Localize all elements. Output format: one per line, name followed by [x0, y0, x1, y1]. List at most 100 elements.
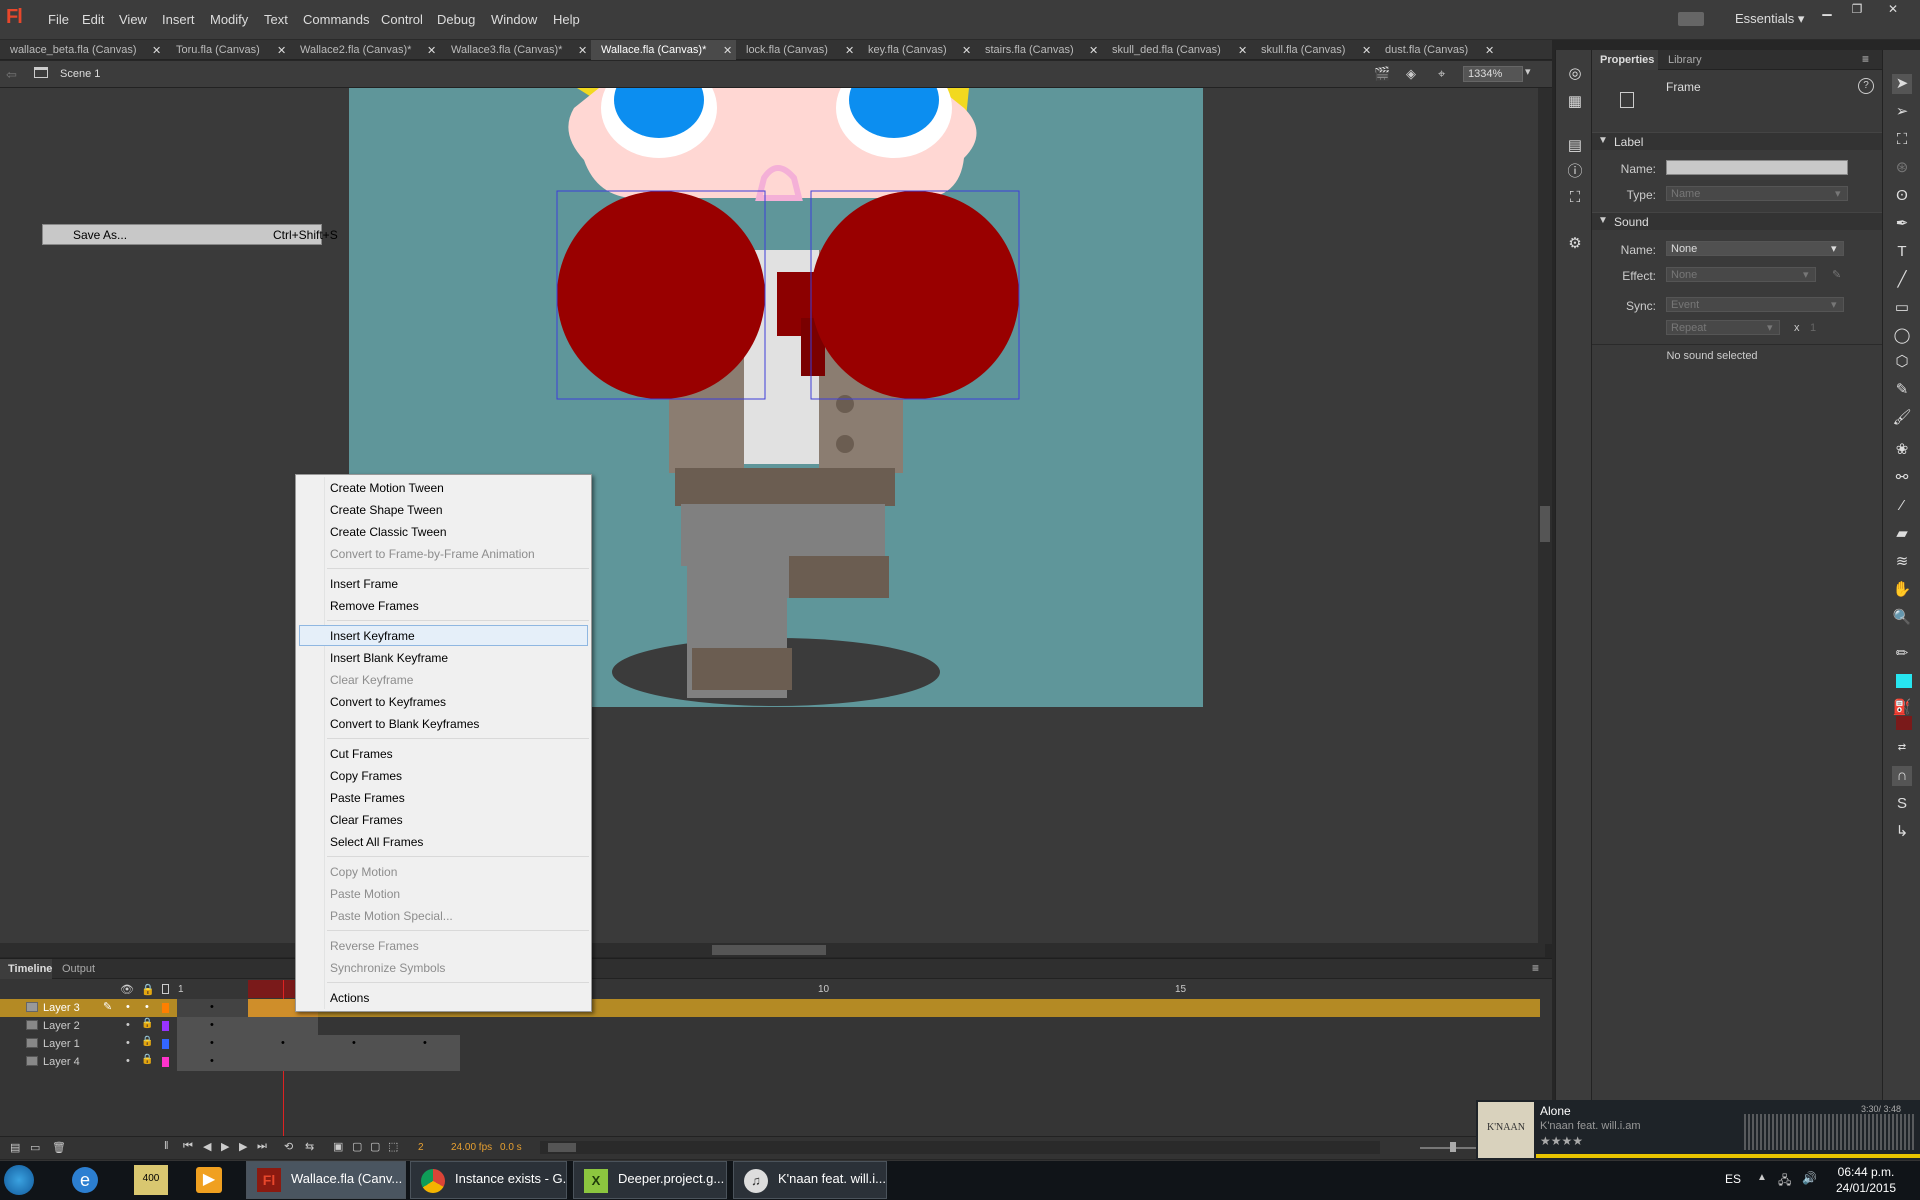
eyedropper-tool-icon[interactable]: ⁄ [1892, 496, 1912, 516]
eraser-tool-icon[interactable]: ▰ [1892, 524, 1912, 544]
tab-close-icon[interactable]: ✕ [1485, 44, 1494, 57]
minimize-icon[interactable]: ▁ [1816, 2, 1838, 16]
tab-wallace-beta[interactable]: wallace_beta.fla (Canvas) [0, 40, 165, 60]
sound-section-header[interactable]: ▼ Sound [1592, 212, 1882, 230]
slider-handle[interactable] [1450, 1142, 1456, 1152]
menu-cut-frames[interactable]: Cut Frames [330, 747, 393, 761]
taskbar-button-flash[interactable]: Fl Wallace.fla (Canv... [246, 1161, 406, 1199]
edit-multiple-icon[interactable]: ⬚ [388, 1140, 398, 1153]
lock-icon[interactable]: 🔒 [141, 1018, 153, 1029]
menu-paste-frames[interactable]: Paste Frames [330, 791, 405, 805]
show-hidden-icons[interactable]: ▲ [1757, 1172, 1767, 1183]
pen-tool-icon[interactable]: ✒ [1892, 214, 1912, 234]
zoom-input[interactable]: 1334% [1463, 66, 1523, 82]
menu-create-motion-tween[interactable]: Create Motion Tween [330, 481, 444, 495]
line-tool-icon[interactable]: ╱ [1892, 270, 1912, 290]
menu-window[interactable]: Window [491, 12, 537, 27]
scrollbar-thumb[interactable] [1540, 506, 1550, 542]
menu-commands[interactable]: Commands [303, 12, 369, 27]
layer-name[interactable]: Layer 3 [43, 1002, 80, 1014]
tab-library[interactable]: Library [1668, 54, 1702, 66]
stroke-color-swatch[interactable] [1896, 674, 1912, 688]
menu-copy-frames[interactable]: Copy Frames [330, 769, 402, 783]
tab-close-icon[interactable]: ✕ [152, 44, 161, 57]
menu-view[interactable]: View [119, 12, 147, 27]
current-frame[interactable]: 2 [418, 1142, 424, 1153]
menu-file[interactable]: File [48, 12, 69, 27]
lock-icon[interactable]: 🔒 [141, 1054, 153, 1065]
components-icon[interactable]: ⚙ [1565, 234, 1585, 254]
menu-remove-frames[interactable]: Remove Frames [330, 599, 419, 613]
progress-bar[interactable] [1536, 1154, 1920, 1158]
tab-close-icon[interactable]: ✕ [1238, 44, 1247, 57]
menu-actions[interactable]: Actions [330, 991, 369, 1005]
taskbar-button-music[interactable]: ♫ K'naan feat. will.i.... [733, 1161, 887, 1199]
start-button[interactable] [4, 1165, 34, 1195]
red-circle-left[interactable] [557, 191, 765, 399]
media-player-icon[interactable]: ▶ [196, 1167, 222, 1193]
layer-row-layer3[interactable]: Layer 3 ✎ • • • [0, 999, 1540, 1017]
visibility-dot[interactable]: • [126, 1055, 130, 1067]
network-icon[interactable]: 🖧 [1778, 1171, 1791, 1192]
elapsed-time[interactable]: 0.0 s [500, 1142, 522, 1153]
first-frame-icon[interactable]: ⏮ [183, 1140, 193, 1153]
3d-rotation-tool-icon[interactable]: ⊛ [1892, 158, 1912, 178]
polystar-tool-icon[interactable]: ⬡ [1892, 352, 1912, 372]
menu-create-shape-tween[interactable]: Create Shape Tween [330, 503, 443, 517]
workspace-switcher[interactable]: Essentials ▾ [1735, 11, 1804, 27]
stroke-color-icon[interactable]: ✏ [1892, 644, 1912, 664]
tab-stairs[interactable]: stairs.fla (Canvas) [975, 40, 1100, 60]
help-icon[interactable]: ? [1858, 78, 1874, 94]
volume-icon[interactable]: 🔊 [1802, 1171, 1817, 1185]
loop-icon[interactable]: ⟲ [284, 1140, 293, 1153]
width-tool-icon[interactable]: ≋ [1892, 552, 1912, 572]
tab-skull-ded[interactable]: skull_ded.fla (Canvas) [1102, 40, 1252, 60]
center-stage-icon[interactable]: ⌖ [1438, 66, 1445, 82]
hand-tool-icon[interactable]: ✋ [1892, 580, 1912, 600]
layer-row-layer2[interactable]: Layer 2 • 🔒 • [0, 1017, 1540, 1035]
lock-icon[interactable]: 🔒 [141, 1036, 153, 1047]
tab-close-icon[interactable]: ✕ [277, 44, 286, 57]
zoom-dropdown-icon[interactable]: ▾ [1525, 65, 1531, 78]
menu-modify[interactable]: Modify [210, 12, 248, 27]
onion-outline-icon[interactable]: ▢ [370, 1140, 380, 1153]
layer-row-layer4[interactable]: Layer 4 • 🔒 • [0, 1053, 1540, 1071]
last-frame-icon[interactable]: ⏭ [257, 1140, 267, 1153]
deco-tool-icon[interactable]: ❀ [1892, 440, 1912, 460]
menu-convert-to-keyframes[interactable]: Convert to Keyframes [330, 695, 446, 709]
frame-span[interactable]: • • • • [177, 1035, 460, 1053]
tab-wallace2[interactable]: Wallace2.fla (Canvas)* [290, 40, 440, 60]
oval-tool-icon[interactable]: ◯ [1892, 326, 1912, 346]
menu-insert-frame[interactable]: Insert Frame [330, 577, 398, 591]
scrollbar-thumb[interactable] [548, 1143, 576, 1152]
bone-tool-icon[interactable]: ⚯ [1892, 468, 1912, 488]
transform-icon[interactable]: ⛶ [1565, 188, 1585, 208]
layer-color-box[interactable] [162, 1021, 169, 1031]
loop-range-icon[interactable]: ⇆ [305, 1140, 314, 1153]
keyframe-span[interactable]: • [177, 999, 248, 1017]
smooth-icon[interactable]: S [1892, 794, 1912, 814]
lasso-tool-icon[interactable]: ʘ [1892, 186, 1912, 206]
timeline-hscroll[interactable] [540, 1141, 1380, 1154]
menu-edit[interactable]: Edit [82, 12, 104, 27]
free-transform-tool-icon[interactable]: ⛶ [1892, 130, 1912, 150]
media-player-widget[interactable]: K'NAAN Alone K'naan feat. will.i.am ★★★★… [1476, 1100, 1920, 1160]
frame-label-input[interactable] [1666, 160, 1848, 175]
text-tool-icon[interactable]: T [1892, 242, 1912, 262]
tab-close-icon[interactable]: ✕ [845, 44, 854, 57]
rating-stars[interactable]: ★★★★ [1540, 1134, 1583, 1148]
taskbar-button-project[interactable]: X Deeper.project.g... [573, 1161, 727, 1199]
lock-icon[interactable]: 🔒 [141, 983, 155, 996]
tab-close-icon[interactable]: ✕ [1362, 44, 1371, 57]
tab-wallace3[interactable]: Wallace3.fla (Canvas)* [441, 40, 591, 60]
language-indicator[interactable]: ES [1725, 1172, 1741, 1186]
back-arrow-icon[interactable]: ⇦ [6, 67, 17, 83]
tab-properties[interactable]: Properties [1592, 50, 1658, 70]
menu-select-all-frames[interactable]: Select All Frames [330, 835, 423, 849]
tab-wallace[interactable]: Wallace.fla (Canvas)* [591, 40, 736, 60]
sound-name-select[interactable]: None ▾ [1666, 241, 1844, 256]
scrollbar-thumb[interactable] [712, 945, 826, 955]
next-frame-icon[interactable]: ▶ [239, 1140, 247, 1153]
visibility-dot[interactable]: • [126, 1037, 130, 1049]
menu-text[interactable]: Text [264, 12, 288, 27]
